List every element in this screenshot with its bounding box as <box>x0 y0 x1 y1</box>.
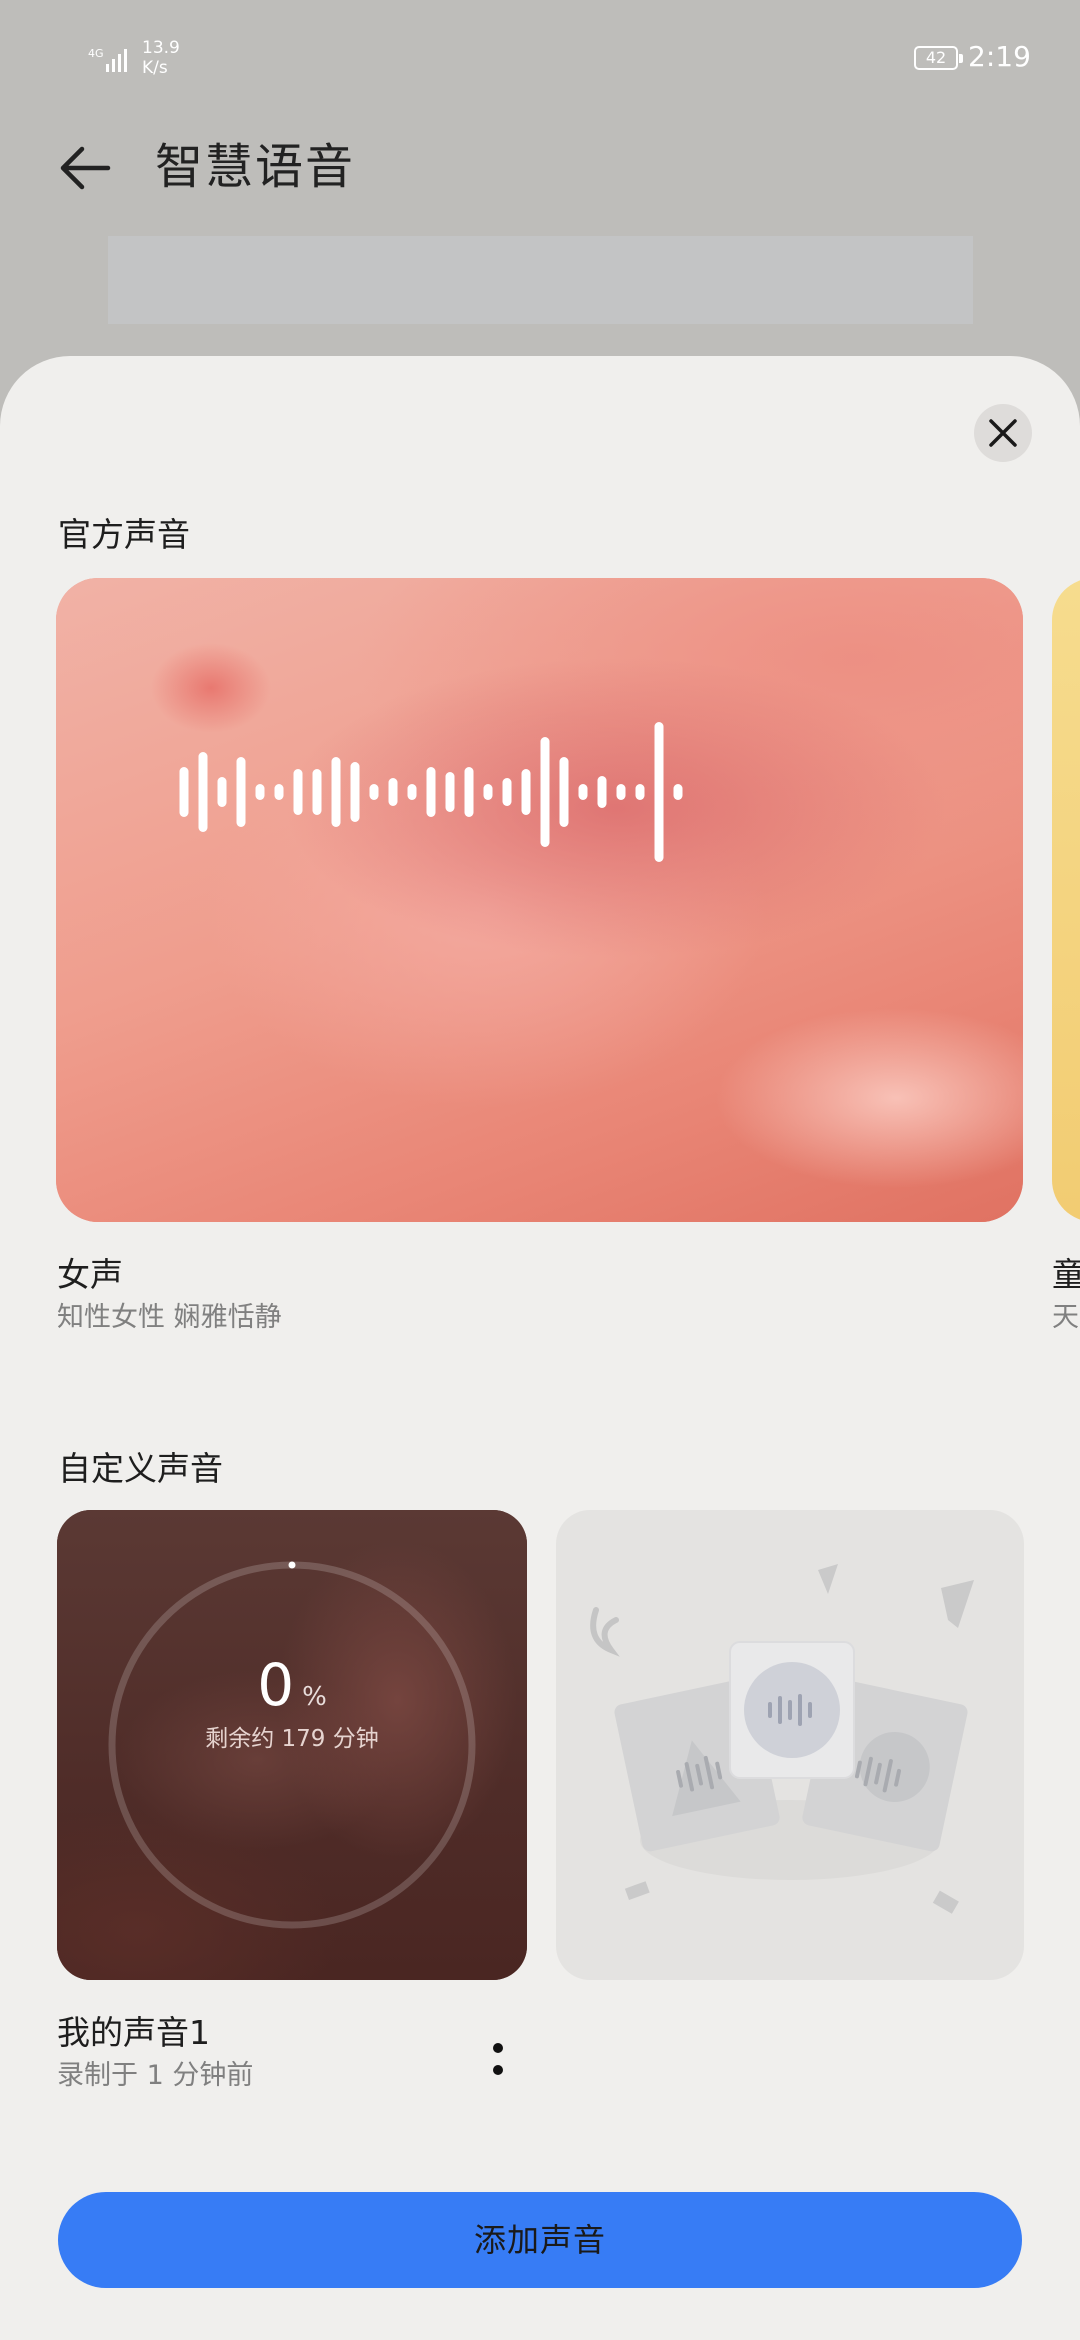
voice-name: 女声 <box>57 1255 123 1294</box>
waveform-icon <box>179 722 683 862</box>
waveform-bar <box>445 772 455 812</box>
page-title: 智慧语音 <box>155 139 356 195</box>
screen: 4G 13.9 K/s 42 2:19 智慧语音 官方声音 女声 知性女性 娴雅… <box>0 0 1080 2340</box>
waveform-bar <box>236 757 246 827</box>
voice-selection-sheet: 官方声音 女声 知性女性 娴雅恬静 童 天 自定义声音 0% 剩余约 179 分… <box>0 356 1080 2340</box>
waveform-bar <box>331 757 341 827</box>
waveform-bar <box>502 778 512 806</box>
waveform-bar <box>483 784 493 800</box>
status-bar: 4G 13.9 K/s 42 2:19 <box>0 0 1080 120</box>
waveform-bar <box>198 752 208 832</box>
official-voice-card-female[interactable] <box>56 578 1023 1222</box>
waveform-bar <box>388 778 398 806</box>
more-vertical-icon[interactable] <box>480 2036 516 2096</box>
waveform-bar <box>407 784 417 800</box>
waveform-bar <box>654 722 664 862</box>
progress-percent: 0% <box>57 1650 527 1720</box>
custom-voices-title: 自定义声音 <box>58 1449 223 1488</box>
waveform-bar <box>597 776 607 808</box>
waveform-bar <box>350 762 360 822</box>
network-type: 4G <box>88 47 104 60</box>
waveform-bar <box>578 784 588 800</box>
voice-description: 知性女性 娴雅恬静 <box>57 1302 282 1333</box>
remaining-time: 剩余约 179 分钟 <box>205 1726 379 1752</box>
progress-unit: % <box>302 1682 327 1712</box>
waveform-bar <box>255 784 265 800</box>
close-button[interactable] <box>974 404 1032 462</box>
voice-name: 童 <box>1052 1255 1080 1294</box>
waveform-bar <box>521 769 531 815</box>
custom-voice-recorded-time: 录制于 1 分钟前 <box>57 2060 254 2091</box>
official-voices-title: 官方声音 <box>58 515 190 554</box>
back-arrow-icon[interactable] <box>56 138 116 198</box>
waveform-bar <box>426 767 436 817</box>
waveform-bar <box>635 784 645 800</box>
waveform-bar <box>673 784 683 800</box>
waveform-bar <box>293 769 303 815</box>
battery-icon: 42 <box>914 46 963 70</box>
waveform-bar <box>616 784 626 800</box>
progress-value: 0 <box>257 1651 295 1719</box>
net-speed: 13.9 K/s <box>142 38 202 78</box>
close-icon <box>989 419 1017 447</box>
waveform-bar <box>217 777 227 807</box>
custom-voice-name: 我的声音1 <box>57 2013 210 2052</box>
clock: 2:19 <box>968 40 1031 73</box>
net-speed-value: 13.9 <box>142 38 180 58</box>
waveform-bar <box>464 767 474 817</box>
dimmed-content-placeholder <box>108 236 973 324</box>
voice-cards-illustration <box>590 1564 974 1914</box>
waveform-bar <box>274 784 284 800</box>
net-speed-unit: K/s <box>142 58 168 78</box>
waveform-bar <box>369 784 379 800</box>
waveform-bar <box>540 737 550 847</box>
voice-description: 天 <box>1052 1302 1079 1333</box>
add-voice-button[interactable]: 添加声音 <box>58 2192 1022 2288</box>
waveform-bar <box>179 767 189 817</box>
waveform-bar <box>559 757 569 827</box>
waveform-bar <box>312 769 322 815</box>
signal-icon: 4G <box>88 47 127 72</box>
add-voice-card[interactable] <box>556 1510 1024 1980</box>
custom-voice-card[interactable]: 0% 剩余约 179 分钟 <box>57 1510 527 1980</box>
official-voice-card-child[interactable] <box>1052 578 1080 1222</box>
